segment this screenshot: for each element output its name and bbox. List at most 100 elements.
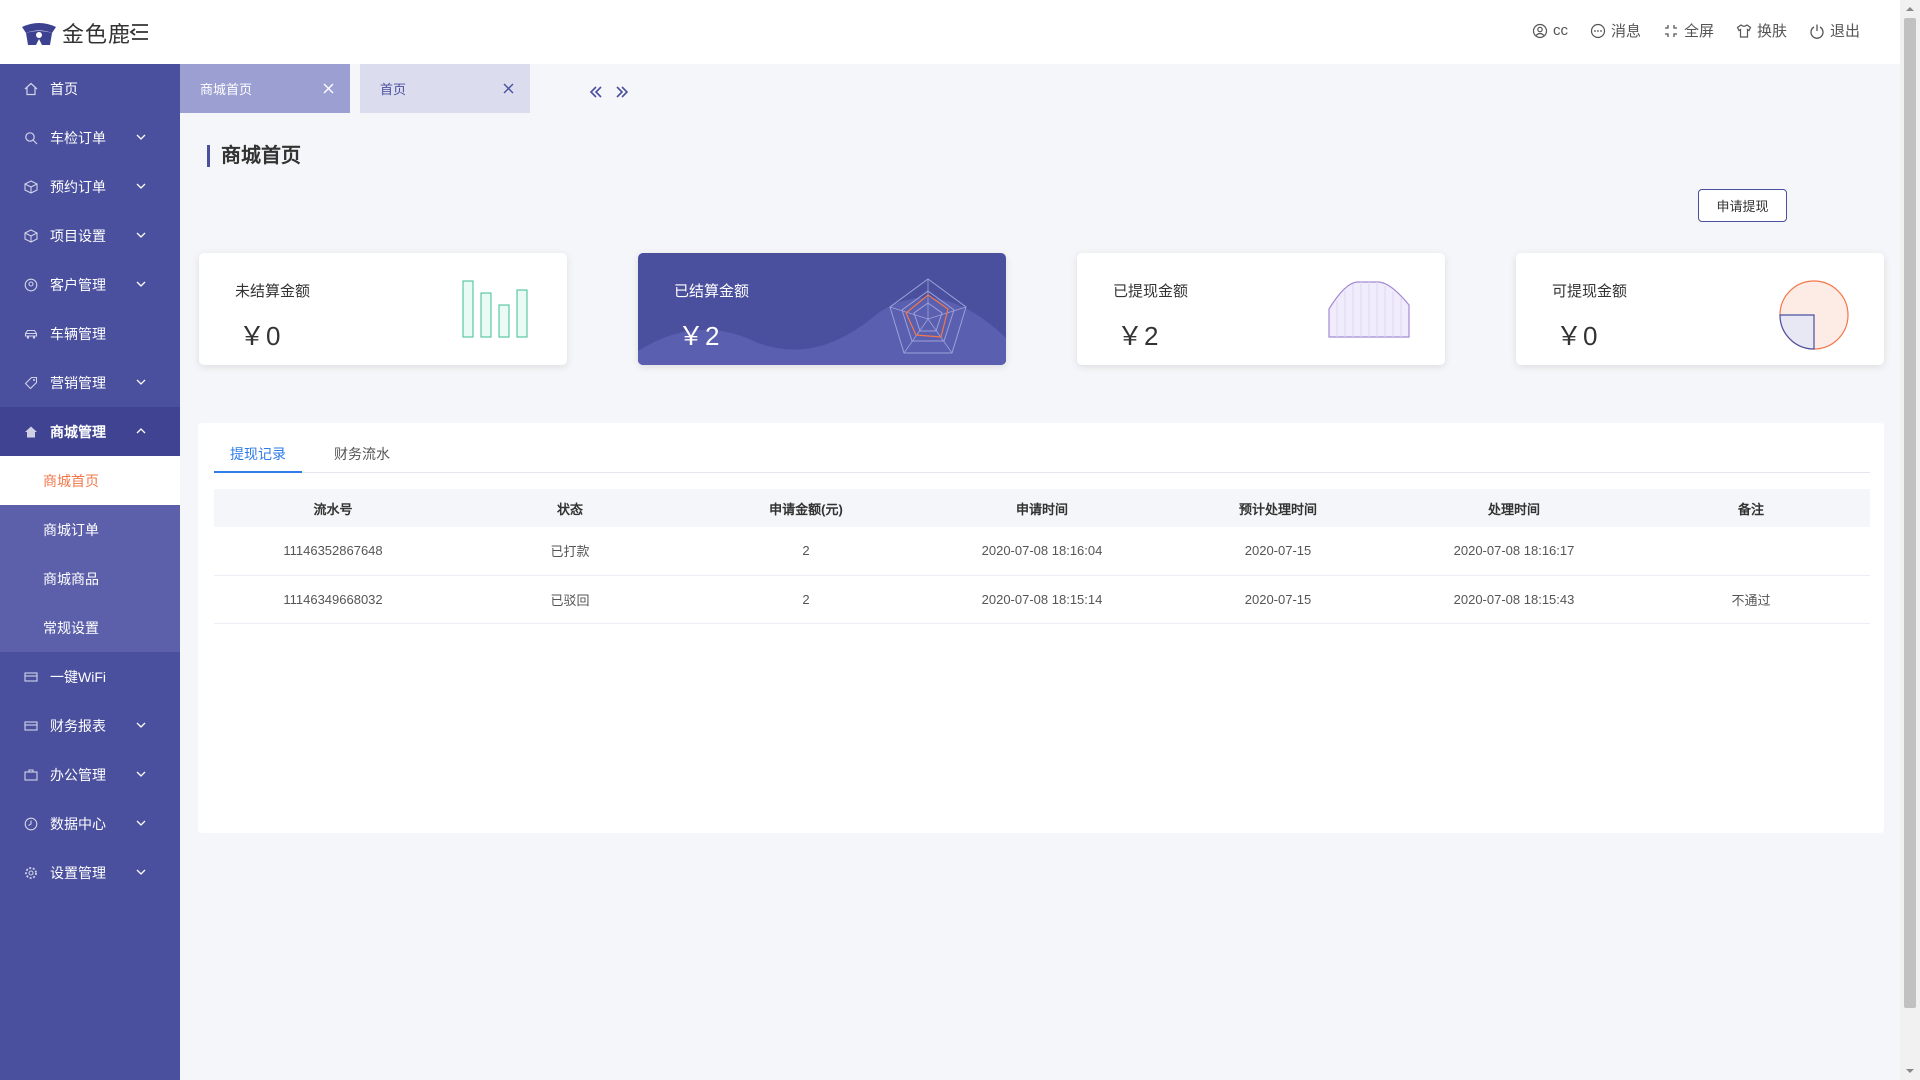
sidebar-item-appointment-orders[interactable]: 预约订单 bbox=[0, 162, 180, 211]
home-icon bbox=[24, 82, 38, 95]
logout-label: 退出 bbox=[1829, 23, 1860, 40]
table-row[interactable]: 11146352867648 已打款 2 2020-07-08 18:16:04… bbox=[214, 527, 1870, 576]
column-header: 备注 bbox=[1632, 489, 1870, 527]
tabs-scroll-right-icon[interactable] bbox=[614, 84, 630, 100]
close-icon[interactable] bbox=[503, 83, 514, 94]
skin-button[interactable]: 换肤 bbox=[1736, 20, 1787, 41]
tab-financial-flow[interactable]: 财务流水 bbox=[318, 443, 406, 473]
scroll-up-icon[interactable] bbox=[1905, 4, 1915, 14]
bar-chart-icon bbox=[462, 280, 528, 338]
sidebar-item-wifi[interactable]: 一键WiFi bbox=[0, 652, 180, 701]
column-header: 预计处理时间 bbox=[1160, 489, 1396, 527]
amount-cell: 2 bbox=[688, 575, 924, 624]
card-value: ￥2 bbox=[1117, 321, 1160, 351]
gear-icon bbox=[25, 866, 37, 879]
scroll-down-icon[interactable] bbox=[1905, 1066, 1915, 1076]
user-menu[interactable]: cc bbox=[1532, 22, 1568, 39]
collapse-menu-icon[interactable] bbox=[128, 20, 152, 44]
chevron-down-icon bbox=[136, 869, 146, 875]
sidebar-item-marketing[interactable]: 营销管理 bbox=[0, 358, 180, 407]
box-icon bbox=[24, 179, 38, 194]
chevron-down-icon bbox=[136, 281, 146, 287]
tab-mall-home[interactable]: 商城首页 bbox=[180, 64, 350, 113]
chevron-down-icon bbox=[136, 820, 146, 826]
fullscreen-button[interactable]: 全屏 bbox=[1663, 20, 1714, 41]
shirt-icon bbox=[1736, 23, 1752, 38]
user-circle-icon bbox=[24, 278, 38, 291]
amount-cell: 2 bbox=[688, 527, 924, 576]
tab-home[interactable]: 首页 bbox=[360, 64, 530, 113]
sidebar-item-label: 一键WiFi bbox=[50, 668, 106, 685]
fullscreen-label: 全屏 bbox=[1683, 23, 1714, 40]
sidebar-item-label: 车辆管理 bbox=[50, 325, 106, 342]
status-cell: 已打款 bbox=[452, 527, 688, 576]
message-button[interactable]: 消息 bbox=[1590, 20, 1641, 41]
briefcase-icon bbox=[24, 768, 38, 781]
sidebar-subitem-mall-orders[interactable]: 商城订单 bbox=[0, 505, 180, 554]
table-row[interactable]: 11146349668032 已驳回 2 2020-07-08 18:15:14… bbox=[214, 575, 1870, 624]
app-logo[interactable]: 金色鹿 bbox=[20, 16, 131, 50]
sidebar-item-inspection-orders[interactable]: 车检订单 bbox=[0, 113, 180, 162]
stat-card-withdrawable: 可提现金额 ￥0 bbox=[1516, 253, 1884, 365]
column-header: 流水号 bbox=[214, 489, 452, 527]
remark-cell bbox=[1632, 527, 1870, 576]
deer-logo-icon bbox=[22, 23, 56, 45]
stat-card-unsettled: 未结算金额 ￥0 bbox=[199, 253, 567, 365]
scrollbar-thumb[interactable] bbox=[1904, 18, 1916, 1008]
tabs-scroll-left-icon[interactable] bbox=[588, 84, 604, 100]
expected-time-cell: 2020-07-15 bbox=[1160, 527, 1396, 576]
tab-label: 首页 bbox=[380, 82, 407, 97]
sidebar-subitem-mall-products[interactable]: 商城商品 bbox=[0, 554, 180, 603]
stat-card-settled: 已结算金额 ￥2 bbox=[638, 253, 1006, 365]
sidebar-item-home[interactable]: 首页 bbox=[0, 64, 180, 113]
card-icon bbox=[24, 671, 38, 682]
chevron-down-icon bbox=[136, 134, 146, 140]
card-value: ￥2 bbox=[678, 321, 721, 351]
sidebar-item-finance-reports[interactable]: 财务报表 bbox=[0, 701, 180, 750]
sidebar-item-data-center[interactable]: 数据中心 bbox=[0, 799, 180, 848]
sidebar-item-project-settings[interactable]: 项目设置 bbox=[0, 211, 180, 260]
chevron-down-icon bbox=[136, 232, 146, 238]
tag-icon bbox=[24, 376, 38, 389]
page-scrollbar[interactable] bbox=[1900, 0, 1920, 1080]
sidebar-item-office[interactable]: 办公管理 bbox=[0, 750, 180, 799]
card-label: 已结算金额 bbox=[674, 283, 750, 300]
sidebar-item-label: 车检订单 bbox=[50, 129, 106, 146]
tab-withdraw-records[interactable]: 提现记录 bbox=[214, 443, 302, 473]
box-icon bbox=[24, 228, 38, 243]
card-value: ￥0 bbox=[239, 321, 282, 351]
sidebar-item-label: 客户管理 bbox=[50, 276, 106, 293]
stat-card-withdrawn: 已提现金额 ￥2 bbox=[1077, 253, 1445, 365]
area-chart-icon bbox=[1328, 281, 1410, 338]
column-header: 状态 bbox=[452, 489, 688, 527]
card-label: 已提现金额 bbox=[1113, 283, 1189, 300]
car-icon bbox=[24, 329, 38, 339]
chevron-down-icon bbox=[136, 771, 146, 777]
chevron-down-icon bbox=[136, 722, 146, 728]
search-icon bbox=[25, 131, 38, 144]
sidebar-item-settings[interactable]: 设置管理 bbox=[0, 848, 180, 897]
sidebar-item-label: 首页 bbox=[50, 80, 78, 97]
close-icon[interactable] bbox=[323, 83, 334, 94]
card-value: ￥0 bbox=[1556, 321, 1599, 351]
column-header: 申请时间 bbox=[924, 489, 1160, 527]
apply-withdraw-button[interactable]: 申请提现 bbox=[1698, 189, 1787, 222]
sidebar-item-label: 数据中心 bbox=[50, 815, 106, 832]
sidebar-item-label: 预约订单 bbox=[50, 178, 106, 195]
status-cell: 已驳回 bbox=[452, 575, 688, 624]
sidebar-item-customers[interactable]: 客户管理 bbox=[0, 260, 180, 309]
page-title: 商城首页 bbox=[207, 145, 301, 167]
skin-label: 换肤 bbox=[1756, 23, 1787, 40]
sidebar-item-mall[interactable]: 商城管理 bbox=[0, 407, 180, 456]
card-label: 未结算金额 bbox=[235, 283, 311, 300]
chat-icon bbox=[1590, 23, 1606, 38]
user-name: cc bbox=[1552, 22, 1568, 39]
sidebar-item-vehicles[interactable]: 车辆管理 bbox=[0, 309, 180, 358]
message-label: 消息 bbox=[1610, 23, 1641, 40]
sidebar-subitem-general-settings[interactable]: 常规设置 bbox=[0, 603, 180, 652]
serial-number-cell: 11146349668032 bbox=[214, 575, 452, 624]
sidebar-subitem-mall-home[interactable]: 商城首页 bbox=[0, 456, 180, 505]
withdraw-records-table: 流水号 状态 申请金额(元) 申请时间 预计处理时间 处理时间 备注 11146… bbox=[214, 489, 1870, 624]
logout-button[interactable]: 退出 bbox=[1809, 20, 1860, 41]
mall-submenu: 商城首页 商城订单 商城商品 常规设置 bbox=[0, 456, 180, 652]
